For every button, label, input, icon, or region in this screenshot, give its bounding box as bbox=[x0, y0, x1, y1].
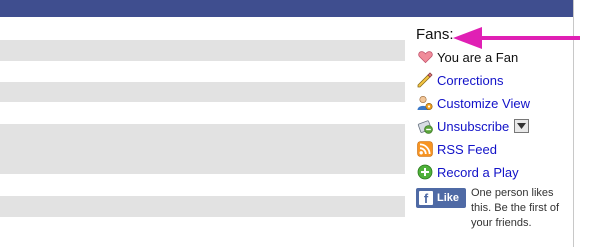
rss-feed-link[interactable]: RSS Feed bbox=[417, 140, 497, 158]
unsubscribe-icon bbox=[417, 118, 433, 134]
pencil-icon bbox=[417, 72, 433, 88]
heart-icon bbox=[417, 49, 433, 65]
fan-status: You are a Fan bbox=[417, 48, 518, 66]
content-placeholder-bar bbox=[0, 196, 405, 217]
content-placeholder-bar bbox=[0, 82, 405, 102]
fans-title: Fans: bbox=[416, 26, 454, 43]
like-count-text: One person likes this. Be the first of y… bbox=[471, 187, 560, 229]
facebook-like-button[interactable]: f Like bbox=[416, 188, 466, 208]
facebook-icon: f bbox=[419, 191, 433, 206]
user-settings-icon bbox=[417, 95, 433, 111]
annotation-arrow-icon bbox=[453, 27, 580, 49]
add-icon bbox=[417, 164, 433, 180]
unsubscribe-dropdown[interactable] bbox=[514, 119, 530, 133]
rss-feed-label: RSS Feed bbox=[437, 141, 497, 157]
content-placeholder-bar bbox=[0, 40, 405, 61]
like-button-label: Like bbox=[437, 192, 460, 204]
unsubscribe-link[interactable]: Unsubscribe bbox=[417, 117, 530, 135]
fan-status-label: You are a Fan bbox=[437, 49, 519, 65]
record-play-label: Record a Play bbox=[437, 164, 519, 180]
rss-icon bbox=[417, 141, 433, 157]
chevron-down-icon bbox=[517, 123, 527, 129]
corrections-link[interactable]: Corrections bbox=[417, 71, 503, 89]
unsubscribe-label: Unsubscribe bbox=[437, 118, 510, 134]
customize-view-label: Customize View bbox=[437, 95, 530, 111]
content-placeholder-bar bbox=[0, 124, 405, 174]
corrections-label: Corrections bbox=[437, 72, 504, 88]
customize-view-link[interactable]: Customize View bbox=[417, 94, 530, 112]
header-bar bbox=[0, 0, 573, 17]
record-play-link[interactable]: Record a Play bbox=[417, 163, 519, 181]
